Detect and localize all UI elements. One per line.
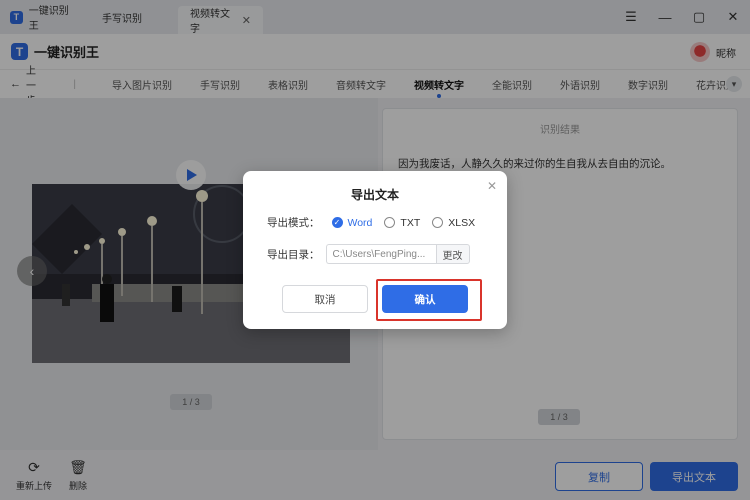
change-dir-button[interactable]: 更改: [435, 244, 470, 264]
dialog-title: 导出文本: [350, 188, 399, 202]
export-dir-field[interactable]: C:\Users\FengPing...: [325, 244, 436, 264]
radio-txt[interactable]: TXT: [384, 217, 420, 229]
export-mode-row: 导出模式： ✓ Word TXT XLSX: [267, 215, 475, 230]
confirm-highlight-box: [376, 279, 482, 321]
export-dir-row: 导出目录： C:\Users\FengPing... 更改: [267, 244, 470, 264]
radio-circle-icon: [432, 217, 444, 228]
export-mode-label: 导出模式：: [267, 217, 320, 229]
radio-circle-icon: [384, 217, 396, 228]
radio-txt-label: TXT: [400, 216, 421, 229]
radio-xlsx-label: XLSX: [448, 216, 476, 229]
check-icon: ✓: [331, 217, 343, 228]
close-icon[interactable]: ✕: [487, 179, 497, 193]
export-dir-label: 导出目录：: [267, 248, 320, 261]
cancel-button[interactable]: 取消: [282, 285, 368, 313]
radio-word[interactable]: ✓ Word: [331, 216, 373, 229]
radio-xlsx[interactable]: XLSX: [432, 217, 475, 229]
radio-word-label: Word: [347, 216, 373, 229]
